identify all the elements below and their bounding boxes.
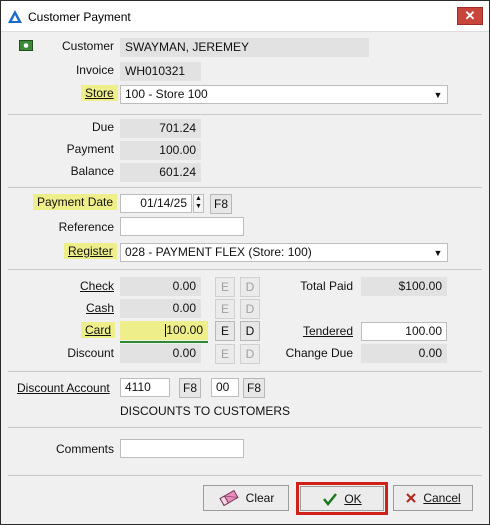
payment-date-label: Payment Date (33, 194, 118, 210)
eraser-icon (219, 489, 239, 507)
cash-label: Cash (85, 301, 114, 315)
divider (8, 475, 482, 476)
discount-account-lookup-button[interactable]: F8 (179, 378, 201, 398)
invoice-label: Invoice (75, 63, 114, 77)
register-label: Register (64, 243, 117, 259)
check-amount-field: 0.00 (120, 277, 201, 296)
divider (8, 427, 482, 428)
cash-edit-button[interactable]: E (215, 299, 235, 319)
discount-account-description: DISCOUNTS TO CUSTOMERS (120, 404, 291, 418)
cash-delete-button[interactable]: D (240, 299, 260, 319)
comments-input[interactable] (120, 439, 244, 458)
check-label: Check (79, 279, 114, 293)
spin-up-icon[interactable]: ▲ (195, 195, 202, 202)
cancel-button-label: Cancel (423, 491, 461, 505)
store-label: Store (81, 85, 118, 101)
total-paid-amount: $100.00 (361, 277, 447, 296)
spin-down-icon[interactable]: ▼ (195, 203, 202, 210)
title-bar: Customer Payment ✕ (1, 1, 489, 32)
register-select-value: 028 - PAYMENT FLEX (Store: 100) (125, 245, 312, 259)
customer-name-field: SWAYMAN, JEREMEY (120, 38, 369, 57)
customer-label: Customer (61, 39, 114, 53)
tendered-input[interactable]: 100.00 (361, 322, 447, 341)
change-due-amount: 0.00 (361, 344, 447, 363)
reference-input[interactable] (120, 217, 244, 236)
app-logo-icon (8, 10, 22, 23)
date-spinner[interactable]: ▲ ▼ (193, 194, 204, 213)
divider (8, 269, 482, 270)
window-title: Customer Payment (28, 10, 131, 24)
discount-account-label: Discount Account (17, 381, 110, 395)
due-amount: 701.24 (120, 119, 201, 138)
discount-label: Discount (67, 346, 114, 360)
clear-button-label: Clear (245, 491, 275, 505)
discount-edit-button[interactable]: E (215, 344, 235, 364)
close-window-button[interactable]: ✕ (457, 7, 483, 25)
due-label: Due (91, 120, 114, 134)
cancel-button[interactable]: Cancel (393, 485, 473, 511)
total-paid-label: Total Paid (300, 279, 353, 293)
discount-subaccount-lookup-button[interactable]: F8 (243, 378, 265, 398)
customer-card-icon (19, 40, 33, 51)
close-x-icon (406, 493, 417, 503)
card-edit-button[interactable]: E (215, 321, 235, 341)
divider (8, 114, 482, 115)
store-select-value: 100 - Store 100 (125, 87, 208, 101)
balance-amount: 601.24 (120, 163, 201, 182)
check-edit-button[interactable]: E (215, 277, 235, 297)
payment-date-field[interactable]: 01/14/25 (120, 194, 192, 213)
reference-label: Reference (58, 220, 114, 234)
checkmark-icon (323, 492, 338, 506)
payment-label: Payment (66, 142, 114, 156)
check-delete-button[interactable]: D (240, 277, 260, 297)
divider (8, 187, 482, 188)
card-amount-value: 100.00 (166, 323, 203, 337)
customer-payment-window: Customer Payment ✕ Customer SWAYMAN, JER… (0, 0, 490, 525)
tendered-label: Tendered (302, 324, 353, 338)
payment-amount: 100.00 (120, 141, 201, 160)
focus-underline (120, 341, 208, 343)
change-due-label: Change Due (285, 346, 353, 360)
discount-account-code-field[interactable]: 4110 (120, 378, 170, 397)
discount-subaccount-field[interactable]: 00 (211, 378, 239, 397)
clear-button[interactable]: Clear (203, 485, 289, 511)
ok-button[interactable]: OK (300, 486, 384, 511)
invoice-number-field: WH010321 (120, 62, 201, 81)
discount-delete-button[interactable]: D (240, 344, 260, 364)
card-label: Card (81, 322, 116, 338)
discount-amount-field: 0.00 (120, 344, 201, 363)
balance-label: Balance (70, 164, 114, 178)
cash-amount-field: 0.00 (120, 299, 201, 318)
comments-label: Comments (55, 442, 114, 456)
divider (8, 371, 482, 372)
card-amount-field[interactable]: 100.00 (120, 321, 208, 340)
store-select[interactable]: 100 - Store 100 ▼ (120, 85, 448, 104)
chevron-down-icon[interactable]: ▼ (432, 89, 444, 101)
card-delete-button[interactable]: D (240, 321, 260, 341)
chevron-down-icon[interactable]: ▼ (432, 247, 444, 259)
ok-button-label: OK (344, 491, 362, 506)
register-select[interactable]: 028 - PAYMENT FLEX (Store: 100) ▼ (120, 243, 448, 262)
payment-date-lookup-button[interactable]: F8 (210, 194, 232, 214)
